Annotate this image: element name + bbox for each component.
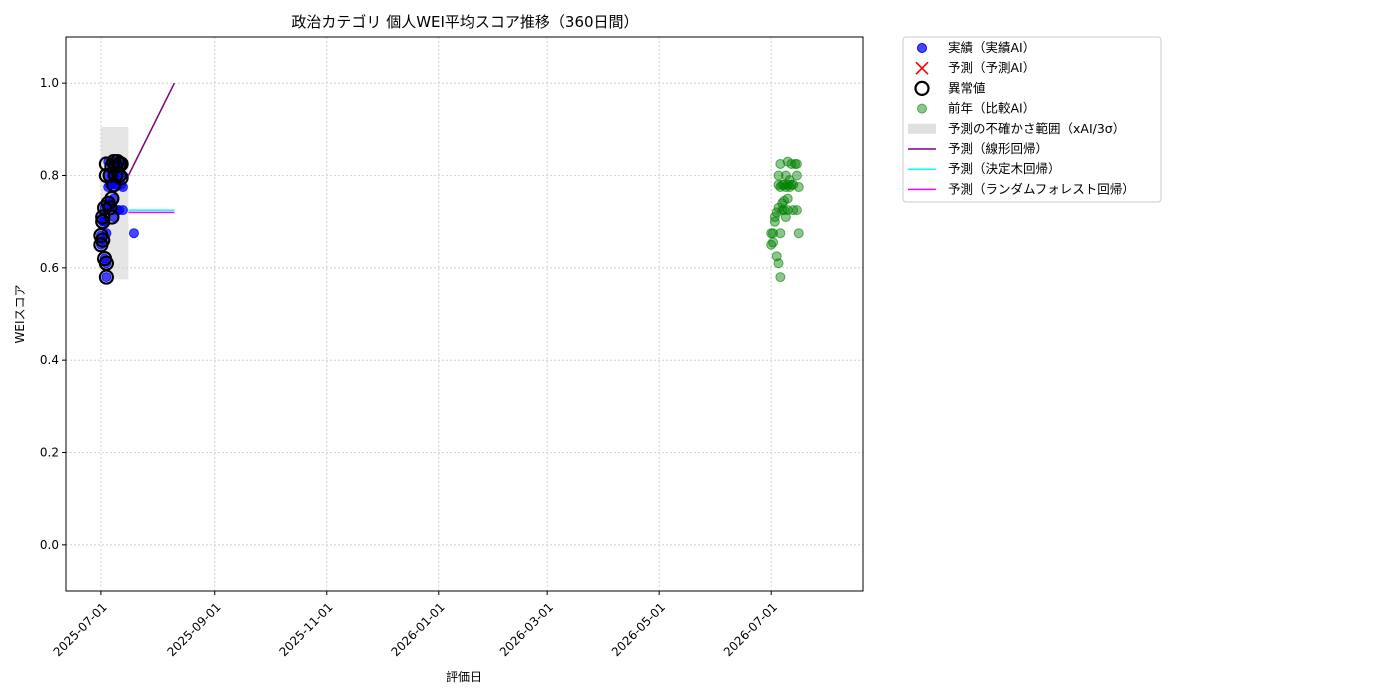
actual-point: [117, 205, 128, 216]
legend: 実績（実績AI） 予測（予測AI） 異常値前年（比較AI） 予測の不確かさ範囲（xAI…: [902, 36, 1162, 203]
y-tick-label: 1.0: [40, 76, 59, 90]
x-tick-label: 2025-09-01: [164, 600, 223, 659]
previous-year-point: [769, 216, 780, 227]
x-tick-label: 2026-03-01: [497, 600, 556, 659]
legend-label: 予測の不確かさ範囲（xAI/3σ）: [948, 121, 1125, 136]
x-tick-label: 2026-05-01: [609, 600, 668, 659]
previous-year-point: [791, 170, 802, 181]
legend-label: 予測（ランダムフォレスト回帰）: [948, 181, 1135, 196]
x-tick-label: 2026-01-01: [388, 600, 447, 659]
y-axis-label: WEIスコア: [13, 285, 27, 344]
plot-area: [65, 36, 864, 592]
actual-point: [101, 272, 112, 283]
x-axis-label: 評価日: [446, 669, 482, 684]
previous-year-point: [793, 182, 804, 193]
y-tick-label: 0.4: [40, 353, 59, 367]
x-tick-label: 2026-07-01: [721, 600, 780, 659]
previous-year-point: [793, 228, 804, 239]
y-tick-label: 0.8: [40, 169, 59, 183]
y-tick-label: 0.6: [40, 261, 59, 275]
previous-year-point: [791, 205, 802, 216]
plot-background: [66, 37, 863, 591]
previous-year-point: [791, 158, 802, 169]
chart-figure: 政治カテゴリ 個人WEI平均スコア推移（360日間） 2025-07-01 202…: [13, 13, 1162, 684]
legend-marker-uncertainty: [908, 123, 936, 134]
previous-year-point: [782, 193, 793, 204]
previous-year-point: [775, 228, 786, 239]
previous-year-point: [768, 237, 779, 248]
x-tick-label: 2025-07-01: [51, 600, 110, 659]
legend-marker-actual: [917, 43, 927, 53]
y-axis-ticks: 0.0 0.2 0.4 0.6 0.8 1.0: [40, 76, 66, 552]
legend-label: 前年（比較AI）: [948, 101, 1035, 116]
previous-year-point: [775, 272, 786, 283]
legend-label: 異常値: [948, 80, 986, 95]
y-tick-label: 0.0: [40, 538, 59, 552]
previous-year-point: [773, 258, 784, 269]
chart-title: 政治カテゴリ 個人WEI平均スコア推移（360日間）: [291, 13, 638, 31]
legend-label: 実績（実績AI）: [948, 40, 1035, 55]
legend-label: 予測（予測AI）: [948, 60, 1035, 75]
actual-point: [128, 228, 139, 239]
x-tick-label: 2025-11-01: [276, 600, 335, 659]
legend-label: 予測（線形回帰）: [948, 141, 1048, 156]
legend-label: 予測（決定木回帰）: [948, 161, 1061, 176]
legend-marker-previous-year: [917, 103, 927, 114]
y-tick-label: 0.2: [40, 446, 59, 460]
x-axis-ticks: 2025-07-01 2025-09-01 2025-11-01 2026-01-01…: [51, 591, 780, 659]
